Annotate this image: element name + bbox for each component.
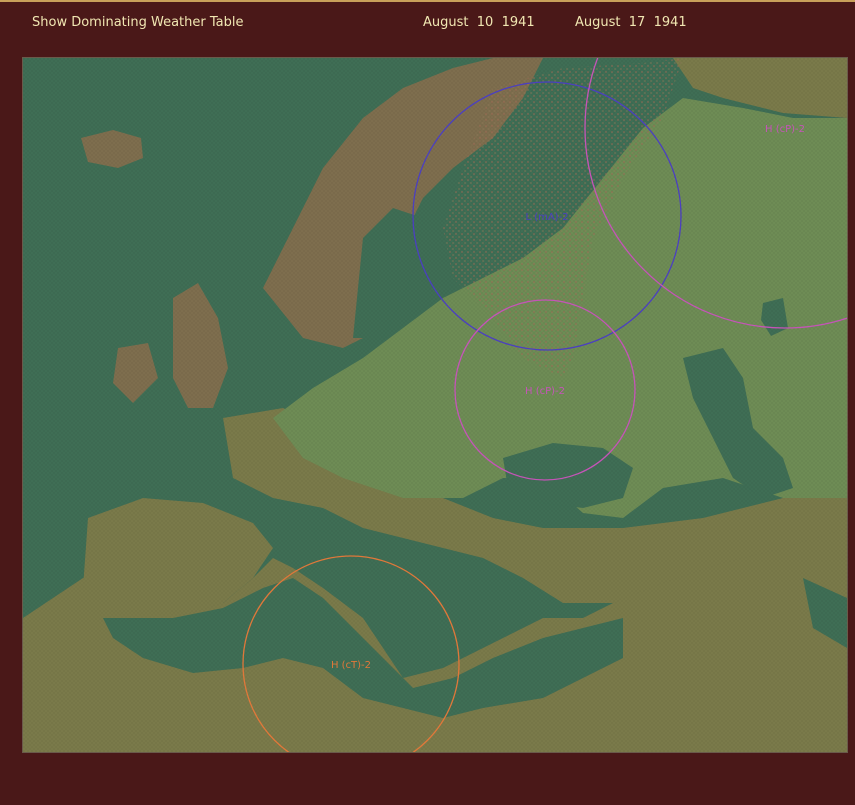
weather-map[interactable]: L (mA)-2 H (cP)-2 H (cP)-2 H (cT)-2 bbox=[22, 57, 848, 753]
weather-system-label: H (cP)-2 bbox=[525, 386, 565, 397]
weather-system-label: H (cT)-2 bbox=[331, 660, 371, 671]
show-dominating-weather-table-button[interactable]: Show Dominating Weather Table bbox=[32, 15, 243, 30]
header-bar: Show Dominating Weather Table August 10 … bbox=[0, 2, 855, 42]
map-canvas: L (mA)-2 H (cP)-2 H (cP)-2 H (cT)-2 bbox=[23, 58, 847, 752]
weather-system-label: L (mA)-2 bbox=[525, 212, 568, 223]
current-turn-date: August 10 1941 bbox=[423, 15, 535, 30]
hex-texture-overlay bbox=[23, 58, 847, 752]
weather-system-label: H (cP)-2 bbox=[765, 124, 805, 135]
next-turn-date: August 17 1941 bbox=[575, 15, 687, 30]
